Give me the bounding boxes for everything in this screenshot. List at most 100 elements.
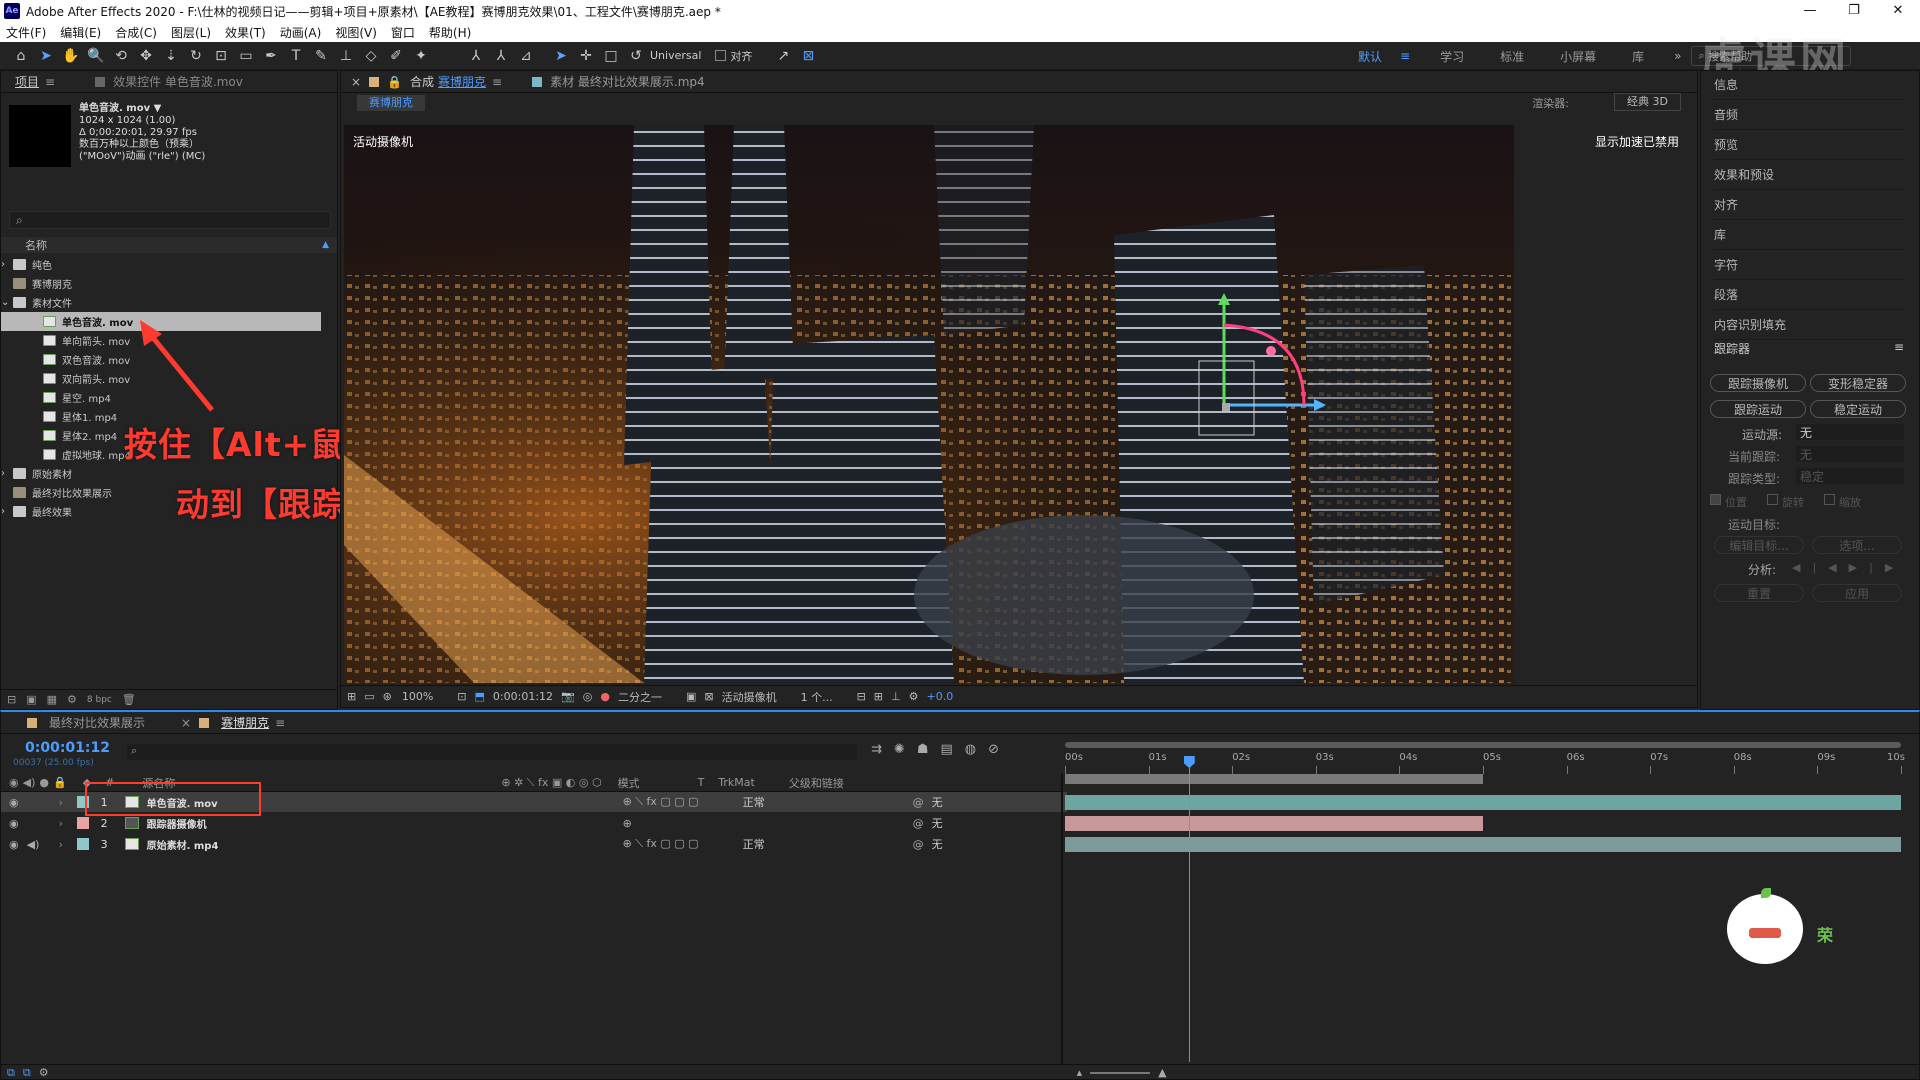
expand-arrow-icon[interactable]: ⌄ — [1, 297, 13, 308]
visibility-eye-icon[interactable]: ◉ — [9, 796, 19, 809]
expand-arrow-icon[interactable]: › — [1, 506, 13, 517]
footage-tab[interactable]: 素材 最终对比效果展示.mp4 — [550, 73, 705, 90]
current-track-dropdown[interactable]: 无 — [1796, 446, 1904, 462]
comp-tab-name[interactable]: 赛博朋克 — [438, 73, 486, 90]
analyze-back-frame-icon[interactable]: ◀| — [1792, 561, 1828, 574]
zoom-in-icon[interactable]: ▲ — [1158, 1066, 1166, 1079]
pen-tool-icon[interactable]: ✒ — [260, 45, 282, 67]
audio-toggle-icon[interactable]: ◀) — [27, 838, 41, 851]
project-search-input[interactable]: ⌕ — [9, 211, 331, 229]
blend-mode-dropdown[interactable]: 正常 — [743, 794, 813, 810]
select-3d-icon[interactable]: ➤ — [550, 45, 572, 67]
layer-switches-icon[interactable]: ⧉ — [7, 1066, 15, 1080]
project-item[interactable]: 单色音波. mov — [1, 312, 321, 331]
menu-view[interactable]: 视图(V) — [335, 24, 377, 41]
layer-duration-bar[interactable] — [1065, 837, 1901, 852]
workspace-default[interactable]: 默认 — [1358, 48, 1382, 65]
draft-3d-icon[interactable]: ✺ — [894, 742, 905, 757]
scale-3d-icon[interactable]: □ — [600, 45, 622, 67]
workspace-small-screen[interactable]: 小屏幕 — [1560, 48, 1596, 65]
settings-icon[interactable]: ⚙ — [67, 693, 77, 706]
right-panel-item[interactable]: 段落 — [1714, 280, 1904, 310]
renderer-value[interactable]: 经典 3D — [1614, 93, 1681, 111]
transfer-controls-icon[interactable]: ⧉ — [23, 1066, 31, 1080]
parent-dropdown[interactable]: 无 — [932, 815, 1012, 831]
motion-source-dropdown[interactable]: 无 — [1796, 424, 1904, 440]
track-motion-button[interactable]: 跟踪运动 — [1710, 400, 1806, 418]
project-item[interactable]: 赛博朋克 — [1, 274, 331, 293]
views-dropdown[interactable]: 1 个... — [801, 689, 833, 705]
snapping-icon[interactable]: ↗ — [772, 45, 794, 67]
parent-pickwhip-icon[interactable]: @ — [913, 817, 924, 830]
apply-button[interactable]: 应用 — [1812, 584, 1902, 602]
project-item[interactable]: 双向箭头. mov — [1, 369, 331, 388]
new-comp-icon[interactable]: ▦ — [47, 693, 57, 706]
lock-icon[interactable]: 🔒 — [387, 75, 402, 89]
interpret-icon[interactable]: ⊟ — [7, 693, 16, 706]
scale-checkbox[interactable] — [1824, 494, 1835, 505]
project-item[interactable]: 单向箭头. mov — [1, 331, 331, 350]
rectangle-tool-icon[interactable]: ▭ — [235, 45, 257, 67]
menu-help[interactable]: 帮助(H) — [429, 24, 471, 41]
brush-tool-icon[interactable]: ✎ — [310, 45, 332, 67]
transparency-grid-icon[interactable]: ⊠ — [704, 690, 713, 703]
resolution-dropdown[interactable]: 二分之一 — [618, 689, 662, 705]
text-tool-icon[interactable]: T — [285, 45, 307, 67]
world-axis-icon[interactable]: ⅄ — [490, 45, 512, 67]
show-snapshot-icon[interactable]: ◎ — [583, 690, 593, 703]
trash-icon[interactable]: 🗑 — [122, 693, 136, 706]
bpc-label[interactable]: 8 bpc — [87, 695, 112, 705]
eraser-tool-icon[interactable]: ◇ — [360, 45, 382, 67]
pan-behind-icon[interactable]: ⊡ — [210, 45, 232, 67]
zoom-tool-icon[interactable]: 🔍 — [85, 45, 107, 67]
layer-switches-icon[interactable]: ⊕ — [623, 817, 743, 830]
visibility-eye-icon[interactable]: ◉ — [9, 817, 19, 830]
layer-row[interactable]: ◉ › 2 跟踪器摄像机 ⊕ @ 无 — [1, 813, 1067, 833]
position-checkbox[interactable] — [1710, 494, 1721, 505]
layer-duration-bar[interactable] — [1065, 795, 1901, 810]
timeline-timecode[interactable]: 0:00:01:12 — [25, 740, 110, 756]
flowchart-icon[interactable]: ⊥ — [891, 690, 901, 703]
menu-effect[interactable]: 效果(T) — [225, 24, 266, 41]
region-icon[interactable]: ⬒ — [475, 690, 485, 703]
graph-editor-icon[interactable]: ⊘ — [988, 742, 999, 757]
roto-brush-icon[interactable]: ✐ — [385, 45, 407, 67]
project-item[interactable]: › 纯色 — [1, 255, 331, 274]
parent-dropdown[interactable]: 无 — [932, 836, 1012, 852]
column-name[interactable]: 名称 — [25, 237, 47, 253]
work-area-bar[interactable] — [1065, 774, 1483, 784]
color-channels-icon[interactable]: ● — [600, 690, 610, 703]
menu-edit[interactable]: 编辑(E) — [60, 24, 101, 41]
stabilize-motion-button[interactable]: 稳定运动 — [1810, 400, 1906, 418]
menu-layer[interactable]: 图层(L) — [171, 24, 211, 41]
right-panel-item[interactable]: 效果和预设 — [1714, 160, 1904, 190]
camera-dropdown[interactable]: 活动摄像机 — [722, 689, 777, 705]
parent-pickwhip-icon[interactable]: @ — [913, 796, 924, 809]
dolly-camera-icon[interactable]: ⇣ — [160, 45, 182, 67]
menu-composition[interactable]: 合成(C) — [115, 24, 157, 41]
close-tab-icon[interactable]: × — [351, 75, 361, 89]
twirl-arrow-icon[interactable]: › — [59, 817, 69, 830]
always-preview-icon[interactable]: ⊞ — [347, 690, 356, 703]
timeline-search-input[interactable]: ⌕ — [127, 744, 857, 760]
label-color-swatch[interactable] — [76, 817, 89, 829]
sort-icon[interactable]: ▲ — [322, 240, 329, 250]
in-out-icon[interactable]: ⚙ — [39, 1066, 49, 1079]
layer-name[interactable]: 原始素材. mp4 — [147, 837, 623, 852]
rotation-checkbox[interactable] — [1767, 494, 1778, 505]
viewer-canvas[interactable] — [344, 125, 1514, 683]
clone-stamp-icon[interactable]: ⊥ — [335, 45, 357, 67]
menu-file[interactable]: 文件(F) — [6, 24, 46, 41]
playhead[interactable] — [1183, 756, 1195, 1062]
shy-icon[interactable]: ☗ — [917, 742, 929, 757]
motion-blur-icon[interactable]: ◍ — [965, 742, 976, 757]
right-panel-item[interactable]: 对齐 — [1714, 190, 1904, 220]
rotate-3d-icon[interactable]: ↺ — [625, 45, 647, 67]
twirl-arrow-icon[interactable]: › — [59, 838, 69, 851]
orbit-camera-icon[interactable]: ⟲ — [110, 45, 132, 67]
snap-target-icon[interactable]: ⊠ — [797, 45, 819, 67]
home-icon[interactable]: ⌂ — [10, 45, 32, 67]
panel-menu-icon[interactable]: ≡ — [275, 716, 285, 730]
zoom-out-icon[interactable]: ▴ — [1077, 1066, 1083, 1079]
workspace-library[interactable]: 库 — [1632, 48, 1644, 65]
